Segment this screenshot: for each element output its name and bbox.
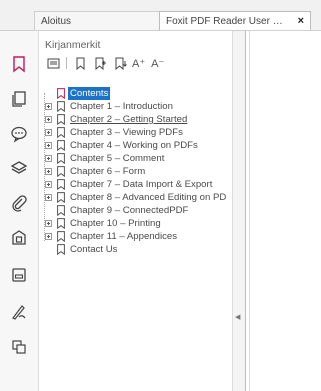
bookmark-tree: Contents Chapter 1 – Introduction Chapter … — [43, 87, 232, 256]
font-smaller-button[interactable]: A⁻ — [151, 57, 164, 70]
bookmark-label: Chapter 10 – Printing — [70, 218, 161, 229]
bookmark-item[interactable]: Chapter 7 – Data Import & Export — [43, 178, 232, 191]
expand-icon[interactable] — [45, 168, 52, 175]
tab-strip: Aloitus Foxit PDF Reader User M... × — [0, 0, 321, 31]
bookmark-icon — [57, 192, 65, 203]
bookmark-icon — [57, 166, 65, 177]
bookmark-icon — [57, 179, 65, 190]
expand-icon[interactable] — [45, 194, 52, 201]
expand-icon[interactable] — [45, 155, 52, 162]
bookmark-label: Chapter 6 – Form — [70, 166, 146, 177]
bookmark-icon[interactable] — [8, 53, 30, 75]
bookmark-item[interactable]: Contact Us — [43, 243, 232, 256]
bookmark-icon — [57, 244, 65, 255]
bookmark-icon — [57, 205, 65, 216]
close-tab-button[interactable]: × — [298, 12, 304, 30]
bookmarks-panel: Kirjanmerkit A⁺ A⁻ Contents Chapter 1 – I… — [39, 31, 232, 391]
bookmark-label: Chapter 4 – Working on PDFs — [70, 140, 198, 151]
bookmark-label: Chapter 11 – Appendices — [70, 231, 178, 242]
bookmark-item[interactable]: Chapter 6 – Form — [43, 165, 232, 178]
bookmark-down-icon[interactable] — [112, 55, 128, 71]
add-bookmark-icon[interactable] — [92, 55, 108, 71]
document-page-edge — [249, 31, 250, 391]
expand-icon[interactable] — [45, 129, 52, 136]
comments-icon[interactable] — [8, 123, 30, 145]
bookmark-icon — [57, 101, 65, 112]
expand-icon[interactable] — [45, 181, 52, 188]
navigation-rail — [0, 31, 39, 391]
bookmark-item[interactable]: Chapter 4 – Working on PDFs — [43, 139, 232, 152]
panel-title: Kirjanmerkit — [45, 39, 101, 51]
attachment-icon[interactable] — [8, 192, 30, 214]
expand-icon[interactable] — [45, 116, 52, 123]
tab-label: Foxit PDF Reader User M... — [166, 16, 284, 27]
page-thumbnails-icon[interactable] — [8, 336, 30, 358]
bookmark-icon — [57, 140, 65, 151]
bookmark-label: Chapter 8 – Advanced Editing on PD — [70, 192, 227, 203]
expand-icon[interactable] — [45, 142, 52, 149]
expand-icon[interactable] — [45, 233, 52, 240]
bookmark-icon — [57, 127, 65, 138]
collapse-panel-icon[interactable]: ◀ — [235, 313, 240, 321]
document-area[interactable] — [245, 31, 321, 391]
signature-icon[interactable] — [8, 301, 30, 323]
bookmark-item[interactable]: Chapter 8 – Advanced Editing on PD — [43, 191, 232, 204]
bookmark-label: Contact Us — [70, 244, 118, 255]
bookmark-icon — [57, 231, 65, 242]
bookmark-item[interactable]: Chapter 3 – Viewing PDFs — [43, 126, 232, 139]
bookmark-icon — [57, 153, 65, 164]
expand-icon[interactable] — [45, 103, 52, 110]
panel-splitter[interactable] — [232, 31, 246, 391]
layers-icon[interactable] — [8, 157, 30, 179]
new-bookmark-icon[interactable] — [72, 55, 88, 71]
pages-icon[interactable] — [8, 88, 30, 110]
bookmark-label: Chapter 3 – Viewing PDFs — [70, 127, 183, 138]
bookmark-item[interactable]: Contents — [43, 87, 232, 100]
bookmarks-toolbar: A⁺ A⁻ — [45, 55, 170, 71]
font-larger-button[interactable]: A⁺ — [132, 57, 145, 70]
bookmark-label: Contents — [68, 87, 111, 100]
bookmark-options-icon[interactable] — [45, 55, 61, 71]
bookmark-label: Chapter 7 – Data Import & Export — [70, 179, 213, 190]
tab-label: Aloitus — [41, 16, 72, 27]
bookmark-label: Chapter 1 – Introduction — [70, 101, 173, 112]
tab-document[interactable]: Foxit PDF Reader User M... × — [159, 11, 311, 30]
bookmark-item[interactable]: Chapter 11 – Appendices — [43, 230, 232, 243]
bookmark-item[interactable]: Chapter 2 – Getting Started — [43, 113, 232, 126]
bookmark-label: Chapter 2 – Getting Started — [70, 114, 188, 125]
bookmark-item[interactable]: Chapter 1 – Introduction — [43, 100, 232, 113]
security-icon[interactable] — [8, 227, 30, 249]
expand-icon[interactable] — [45, 220, 52, 227]
bookmark-icon — [57, 88, 65, 99]
bookmark-label: Chapter 9 – ConnectedPDF — [70, 205, 189, 216]
toolbar-divider — [66, 57, 67, 69]
bookmark-icon — [57, 218, 65, 229]
bookmark-label: Chapter 5 – Comment — [70, 153, 165, 164]
bookmark-item[interactable]: Chapter 9 – ConnectedPDF — [43, 204, 232, 217]
bookmark-item[interactable]: Chapter 5 – Comment — [43, 152, 232, 165]
form-fields-icon[interactable] — [8, 264, 30, 286]
tab-aloitus[interactable]: Aloitus — [34, 11, 162, 30]
bookmark-icon — [57, 114, 65, 125]
bookmark-item[interactable]: Chapter 10 – Printing — [43, 217, 232, 230]
